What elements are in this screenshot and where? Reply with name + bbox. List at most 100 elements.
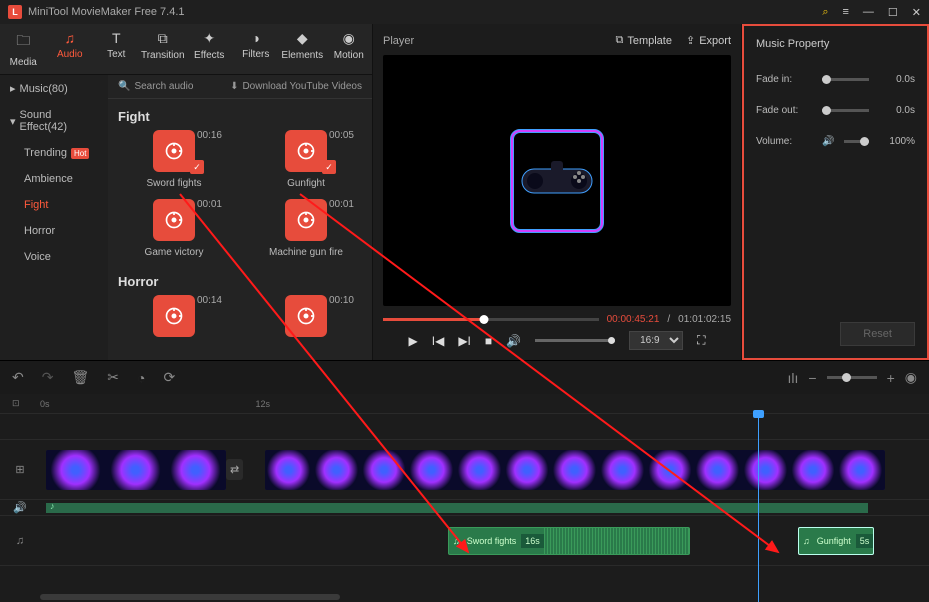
video-clip[interactable] <box>265 450 885 490</box>
tab-text[interactable]: TText <box>93 30 140 68</box>
music-note-icon: ♫ <box>799 536 814 546</box>
volume-value: 100% <box>879 136 915 147</box>
timeline-ruler[interactable]: ⊡ 0s 12s <box>0 394 929 414</box>
tab-audio[interactable]: ♫Audio <box>47 30 94 68</box>
volume-prop-slider[interactable] <box>844 140 869 143</box>
template-icon: ⧉ <box>615 34 623 47</box>
fade-out-slider[interactable] <box>822 109 869 112</box>
audio-item[interactable]: 00:10 <box>250 295 362 337</box>
playhead[interactable] <box>758 414 759 602</box>
library-panel: 🗀Media ♫Audio TText ⧉Transition ✦Effects… <box>0 24 372 360</box>
audio-item-sword-fights[interactable]: 00:16 ✓ Sword fights <box>118 130 230 195</box>
fade-in-label: Fade in: <box>756 74 812 85</box>
category-sound-effect[interactable]: ▾ Sound Effect(42) <box>0 102 108 140</box>
redo-button[interactable]: ↷ <box>42 369 54 386</box>
section-horror-title: Horror <box>118 274 362 289</box>
swap-clips-icon[interactable]: ⇄ <box>226 459 243 480</box>
audio-disc-icon <box>153 130 195 172</box>
music-clip-gunfight[interactable]: ♫ Gunfight 5s <box>798 527 874 555</box>
effects-icon: ✦ <box>203 30 215 47</box>
fullscreen-icon[interactable]: ⛶ <box>697 333 705 348</box>
category-voice[interactable]: Voice <box>0 244 108 270</box>
cut-button[interactable]: ✂ <box>107 369 119 386</box>
video-track-icon[interactable]: ⊞ <box>0 463 40 476</box>
undo-button[interactable]: ↶ <box>12 369 24 386</box>
download-youtube-button[interactable]: ⬇Download YouTube Videos <box>230 81 362 92</box>
prev-frame-button[interactable]: I◀ <box>432 334 445 348</box>
stop-button[interactable]: ■ <box>485 334 492 348</box>
check-icon: ✓ <box>322 160 336 174</box>
volume-icon[interactable]: 🔊 <box>506 334 521 348</box>
fade-out-value: 0.0s <box>879 105 915 116</box>
minimize-icon[interactable]: — <box>863 6 874 18</box>
fade-in-slider[interactable] <box>822 78 869 81</box>
audio-disc-icon <box>153 199 195 241</box>
reset-button[interactable]: Reset <box>840 322 915 346</box>
export-icon: ⇪ <box>686 34 695 47</box>
overlay-track[interactable] <box>40 414 929 439</box>
audio-disc-icon <box>285 130 327 172</box>
audio-item-game-victory[interactable]: 00:01 Game victory <box>118 199 230 264</box>
speed-button[interactable]: ◔ <box>137 370 145 386</box>
category-music[interactable]: ▸ Music(80) <box>0 75 108 102</box>
search-audio-button[interactable]: 🔍Search audio <box>118 81 193 92</box>
property-title: Music Property <box>756 38 915 50</box>
video-track[interactable]: ⇄ <box>40 440 929 499</box>
maximize-icon[interactable]: ☐ <box>888 6 898 19</box>
template-button[interactable]: ⧉Template <box>615 34 672 47</box>
category-horror[interactable]: Horror <box>0 218 108 244</box>
tab-media[interactable]: 🗀Media <box>0 30 47 68</box>
zoom-out-button[interactable]: − <box>808 370 816 386</box>
tab-elements[interactable]: ◆Elements <box>279 30 326 68</box>
menu-icon[interactable]: ≡ <box>842 6 848 18</box>
download-icon: ⬇ <box>230 81 238 92</box>
tab-filters[interactable]: ◑Filters <box>233 30 280 68</box>
music-clip-sword-fights[interactable]: ♫ Sword fights 16s <box>448 527 690 555</box>
license-key-icon[interactable]: ⌕ <box>822 6 828 19</box>
tab-motion[interactable]: ◉Motion <box>326 30 373 68</box>
tab-effects[interactable]: ✦Effects <box>186 30 233 68</box>
linked-audio-strip[interactable] <box>46 503 868 513</box>
category-trending[interactable]: Trending Hot <box>0 140 108 166</box>
app-title: MiniTool MovieMaker Free 7.4.1 <box>28 6 185 18</box>
audio-item[interactable]: 00:14 <box>118 295 230 337</box>
audio-disc-icon <box>285 199 327 241</box>
horizontal-scrollbar[interactable] <box>40 594 340 600</box>
volume-slider[interactable] <box>535 339 615 342</box>
progress-bar[interactable] <box>383 318 599 321</box>
export-button[interactable]: ⇪Export <box>686 34 731 47</box>
music-track-icon[interactable]: ♫ <box>0 535 40 547</box>
elements-icon: ◆ <box>297 30 308 47</box>
zoom-in-button[interactable]: + <box>887 370 895 386</box>
category-ambience[interactable]: Ambience <box>0 166 108 192</box>
zoom-slider[interactable] <box>827 376 877 379</box>
section-fight-title: Fight <box>118 109 362 124</box>
speaker-icon[interactable]: 🔊 <box>822 136 834 147</box>
crop-button[interactable]: ⟳ <box>163 369 175 386</box>
video-preview[interactable] <box>383 55 731 306</box>
hot-badge: Hot <box>71 148 89 159</box>
fit-button[interactable]: ◉ <box>905 369 917 386</box>
audio-disc-icon <box>153 295 195 337</box>
audio-item-gunfight[interactable]: 00:05 ✓ Gunfight <box>250 130 362 195</box>
titlebar: L MiniTool MovieMaker Free 7.4.1 ⌕ ≡ — ☐… <box>0 0 929 24</box>
video-clip[interactable] <box>46 450 226 490</box>
timeline-mode-icon[interactable]: ⊡ <box>12 398 20 409</box>
music-track[interactable]: ♫ Sword fights 16s ♫ Gunfight 5s <box>40 516 929 565</box>
play-button[interactable]: ▶ <box>409 334 418 348</box>
app-logo-icon: L <box>8 5 22 19</box>
category-fight[interactable]: Fight <box>0 192 108 218</box>
music-note-icon: ♫ <box>65 30 76 46</box>
close-icon[interactable]: ✕ <box>912 6 921 19</box>
total-time: 01:01:02:15 <box>678 314 731 325</box>
audio-category-sidebar: ▸ Music(80) ▾ Sound Effect(42) Trending … <box>0 75 108 360</box>
audio-item-machine-gun[interactable]: 00:01 Machine gun fire <box>250 199 362 264</box>
delete-button[interactable]: 🗑 <box>71 369 89 386</box>
next-frame-button[interactable]: ▶I <box>458 334 471 348</box>
audio-settings-icon[interactable]: ılı <box>788 370 799 386</box>
text-icon: T <box>112 30 121 46</box>
aspect-ratio-select[interactable]: 16:9 <box>629 331 683 350</box>
tab-transition[interactable]: ⧉Transition <box>140 30 187 68</box>
music-note-icon: ♫ <box>449 536 464 546</box>
transition-icon: ⧉ <box>158 30 168 47</box>
